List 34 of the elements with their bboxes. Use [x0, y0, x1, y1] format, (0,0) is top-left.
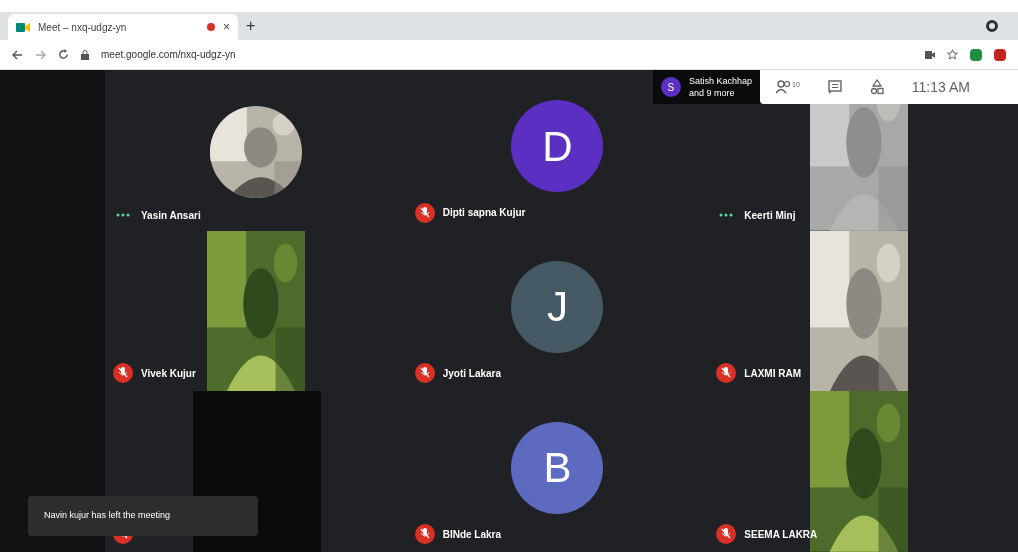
- avatar: B: [511, 421, 604, 514]
- participant-name: Keerti Minj: [744, 208, 796, 223]
- chat-icon[interactable]: [827, 80, 842, 94]
- tab-title: Meet – nxq-udgz-yn: [38, 20, 128, 35]
- avatar: J: [511, 261, 604, 353]
- camera-icon: [925, 50, 935, 59]
- participant-name: Dipti sapna Kujur: [442, 206, 526, 221]
- participant-name: Yasin Ansari: [141, 208, 201, 223]
- new-tab-button[interactable]: +: [246, 14, 256, 38]
- participant-name: LAXMI RAM: [744, 366, 801, 381]
- back-icon[interactable]: [12, 49, 23, 60]
- participant-name: Vivek Kujur: [141, 366, 196, 381]
- participants-chip[interactable]: S Satish Kachhap and 9 more: [652, 70, 760, 104]
- participant-name: Satish Kachhap: [688, 75, 752, 87]
- browser-tab[interactable]: Meet – nxq-udgz-yn ×: [8, 14, 238, 40]
- video-camera-icon: [16, 21, 30, 33]
- profile-icon[interactable]: [986, 20, 998, 32]
- people-icon: [776, 80, 792, 94]
- reload-icon[interactable]: [58, 49, 69, 60]
- avatar: D: [511, 100, 604, 193]
- clock-time: 11:13 AM: [911, 77, 970, 97]
- activities-icon[interactable]: [869, 79, 884, 95]
- url-text[interactable]: meet.google.com/nxq-udgz-yn: [101, 47, 913, 62]
- more-count: and 9 more: [688, 87, 736, 99]
- lock-icon: [81, 49, 89, 60]
- participant-name: BINde Lakra: [442, 527, 501, 542]
- tab-close-button[interactable]: ×: [223, 18, 230, 36]
- extension-icon[interactable]: [970, 48, 982, 61]
- notification-toast: Navin kujur has left the meeting: [28, 496, 258, 536]
- participant-name: Jyoti Lakara: [442, 366, 502, 381]
- extension-icon[interactable]: [994, 48, 1006, 61]
- star-icon[interactable]: [947, 49, 958, 60]
- participant-name: SEEMA LAKRA: [744, 527, 818, 542]
- avatar: S: [660, 77, 681, 97]
